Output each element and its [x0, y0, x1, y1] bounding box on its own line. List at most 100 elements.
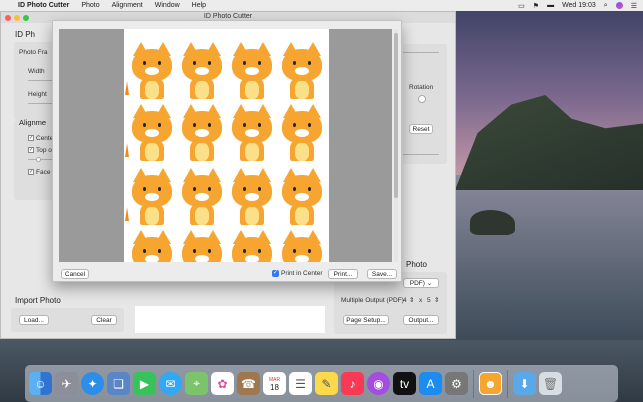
tv-icon[interactable]: tv — [393, 372, 416, 395]
slider-knob[interactable] — [36, 157, 41, 162]
cat-belly — [195, 81, 209, 99]
battery-icon[interactable]: ▬ — [547, 2, 554, 9]
menu-help[interactable]: Help — [192, 2, 206, 9]
cat-eyeL — [143, 61, 146, 65]
app-store-icon[interactable]: A — [419, 372, 442, 395]
cat-belly — [245, 81, 259, 99]
right-top-panel — [403, 44, 447, 164]
cat-mouth — [245, 255, 259, 262]
cat-photo — [129, 167, 175, 225]
width-label: Width — [28, 68, 45, 75]
output-button[interactable]: Output... — [403, 315, 439, 325]
id-photo-cutter-icon[interactable]: ☻ — [479, 372, 502, 395]
notification-center-icon[interactable]: ☰ — [631, 2, 637, 10]
cat-mouth — [245, 193, 259, 201]
cat-mouth — [145, 129, 159, 137]
reset-button[interactable]: Reset — [409, 124, 433, 134]
clear-button[interactable]: Clear — [91, 315, 117, 325]
align-top-option[interactable]: ✓ Top o — [28, 147, 52, 154]
facetime-icon[interactable]: ▶ — [133, 372, 156, 395]
desktop-cliff — [455, 95, 643, 190]
menu-photo[interactable]: Photo — [81, 2, 99, 9]
cat-photo — [279, 167, 325, 225]
finder-icon[interactable]: ☺ — [29, 372, 52, 395]
safari-icon[interactable]: ✦ — [81, 372, 104, 395]
print-button[interactable]: Print... — [328, 269, 358, 279]
align-face-option[interactable]: ✓ Face — [28, 169, 50, 176]
page-setup-button[interactable]: Page Setup... — [343, 315, 389, 325]
save-button[interactable]: Save... — [367, 269, 397, 279]
cat-photo — [229, 41, 275, 99]
cat-eyeL — [243, 249, 246, 253]
cat-photo — [179, 167, 225, 225]
cols-stepper-icon[interactable]: ⇕ — [434, 296, 439, 304]
import-photo-title: Import Photo — [15, 296, 61, 305]
photos-icon[interactable]: ✿ — [211, 372, 234, 395]
cat-eyeR — [158, 249, 161, 253]
airplay-icon[interactable]: ▭ — [518, 2, 525, 10]
downloads-icon[interactable]: ⬇ — [513, 372, 536, 395]
menu-alignment[interactable]: Alignment — [112, 2, 143, 9]
messages-icon[interactable]: ✉ — [159, 372, 182, 395]
contacts-icon[interactable]: ☎ — [237, 372, 260, 395]
rotation-knob[interactable] — [418, 95, 426, 103]
maps-icon[interactable]: ⌖ — [185, 372, 208, 395]
notes-icon[interactable]: ✎ — [315, 372, 338, 395]
search-icon[interactable]: ⌕ — [604, 2, 608, 10]
cat-photo — [279, 229, 325, 262]
multiple-rows-value[interactable]: 4 — [403, 297, 407, 304]
scrollbar-thumb[interactable] — [394, 33, 398, 198]
width-slider[interactable] — [28, 80, 52, 81]
clock[interactable]: Wed 19:03 — [562, 2, 596, 9]
calendar-icon[interactable]: MAR 18 — [263, 372, 286, 395]
cat-eyeL — [293, 249, 296, 253]
menu-bar: ID Photo Cutter Photo Alignment Window H… — [0, 0, 643, 11]
flag-icon[interactable]: ⚑ — [533, 2, 539, 10]
align-center-option[interactable]: ✓ Cente — [28, 135, 53, 142]
cat-mouth — [195, 255, 209, 262]
checkmark-icon: ✓ — [28, 135, 34, 142]
cat-eyeR — [258, 187, 261, 191]
load-button[interactable]: Load... — [19, 315, 49, 325]
checkbox-checked-icon[interactable]: ✓ — [272, 270, 279, 277]
cat-eyeL — [193, 61, 196, 65]
cat-eyeL — [293, 61, 296, 65]
cat-photo — [129, 103, 175, 161]
cancel-button[interactable]: Cancel — [61, 269, 89, 279]
cat-mouth — [195, 193, 209, 201]
siri-icon[interactable] — [615, 2, 623, 9]
reminders-icon[interactable]: ☰ — [289, 372, 312, 395]
cat-mouth — [245, 67, 259, 75]
cat-eyeR — [208, 187, 211, 191]
divider — [403, 52, 439, 53]
cat-eyeL — [293, 123, 296, 127]
preview-paper — [124, 29, 329, 262]
cat-eyeL — [293, 187, 296, 191]
cat-photo — [229, 229, 275, 262]
launchpad-icon[interactable]: ✈ — [55, 372, 78, 395]
cat-photo — [229, 167, 275, 225]
system-preferences-icon[interactable]: ⚙ — [445, 372, 468, 395]
cat-photo — [179, 41, 225, 99]
cat-photo — [279, 41, 325, 99]
music-icon[interactable]: ♪ — [341, 372, 364, 395]
alignment-panel — [14, 120, 54, 200]
rows-stepper-icon[interactable]: ⇕ — [409, 296, 414, 304]
print-in-center-option[interactable]: ✓ Print in Center — [272, 270, 323, 277]
menu-app-name[interactable]: ID Photo Cutter — [18, 2, 69, 9]
multiple-cols-value[interactable]: 5 — [427, 297, 431, 304]
cat-mouth — [145, 255, 159, 262]
height-slider[interactable] — [28, 103, 52, 104]
preview-icon[interactable]: ❏ — [107, 372, 130, 395]
menu-window[interactable]: Window — [155, 2, 180, 9]
preview-scrollbar[interactable] — [394, 29, 398, 262]
cat-belly — [145, 143, 159, 161]
trash-icon[interactable]: 🗑 — [539, 372, 562, 395]
checkmark-icon: ✓ — [28, 147, 34, 154]
output-format-select[interactable]: PDF) ⌄ — [403, 278, 439, 288]
right-section-title: Photo — [406, 260, 427, 269]
cat-mouth — [295, 129, 309, 137]
cat-mouth — [295, 193, 309, 201]
cat-belly — [145, 207, 159, 225]
podcasts-icon[interactable]: ◉ — [367, 372, 390, 395]
